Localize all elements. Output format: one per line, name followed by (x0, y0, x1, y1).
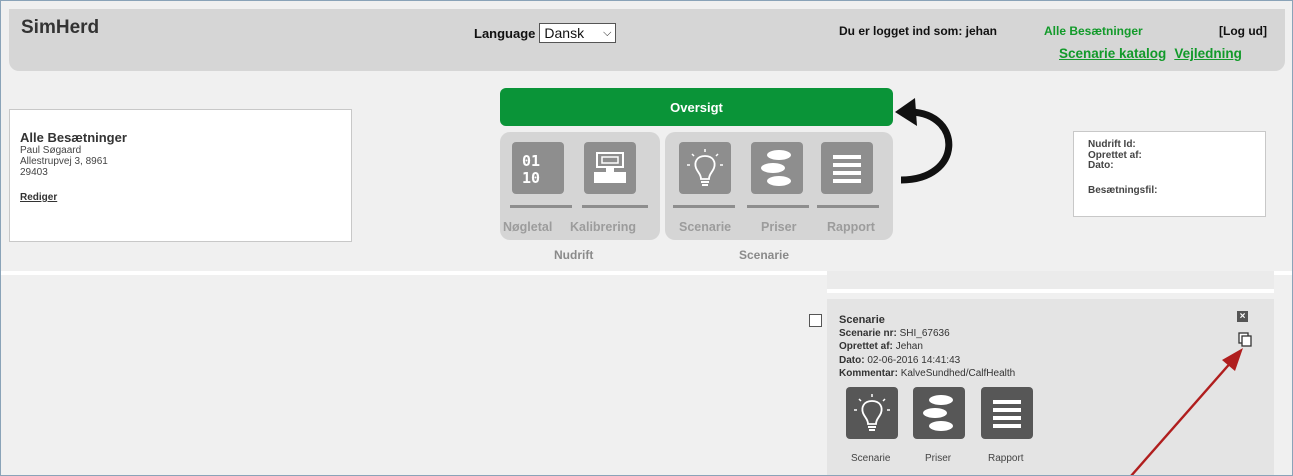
report-tile[interactable] (821, 142, 873, 194)
nudrift-details-box: Nudrift Id: Oprettet af: Dato: Besætning… (1073, 131, 1266, 217)
lightbulb-icon (687, 149, 723, 186)
report-bar (817, 205, 879, 208)
copy-scenario-icon[interactable] (1238, 332, 1252, 347)
header-links: Scenarie katalog Vejledning (1059, 46, 1242, 61)
key-figures-bar (510, 205, 572, 208)
app-logo[interactable]: SimHerd (21, 17, 99, 39)
scenario-comment: Kommentar: KalveSundhed/CalfHealth (839, 368, 1015, 379)
chevron-down-icon: ⌵ (603, 26, 612, 39)
scenario-number-value: SHI_67636 (899, 328, 950, 339)
scenario-label: Scenarie (679, 220, 732, 234)
scenario-number: Scenarie nr: SHI_67636 (839, 328, 950, 339)
prices-bar (747, 205, 809, 208)
overview-button[interactable]: Oversigt (500, 88, 893, 126)
key-figures-tile[interactable]: 01 10 (512, 142, 564, 194)
herd-file-label: Besætningsfil: (1088, 184, 1158, 196)
edit-link[interactable]: Rediger (20, 192, 341, 203)
card-report-label: Rapport (988, 453, 1024, 464)
all-herds-link[interactable]: Alle Besætninger (1044, 24, 1143, 38)
lightbulb-icon (854, 394, 890, 431)
scenario-catalog-link[interactable]: Scenarie katalog (1059, 46, 1166, 61)
key-figures-label: Nøgletal (503, 220, 553, 234)
calibration-tile[interactable] (584, 142, 636, 194)
scenario-card-title: Scenarie (839, 314, 885, 326)
scenario-created-label: Oprettet af: (839, 341, 893, 352)
date-label: Dato: (1088, 160, 1114, 171)
herd-number: 29403 (20, 167, 48, 178)
scenario-card-previous (827, 271, 1274, 293)
svg-text:01: 01 (522, 152, 540, 170)
herd-owner: Paul Søgaard (20, 145, 82, 156)
herd-info-title: Alle Besætninger (20, 130, 127, 145)
card-report-tile[interactable] (981, 387, 1033, 439)
logout-link[interactable]: [Log ud] (1219, 24, 1267, 38)
coins-icon (761, 150, 791, 186)
scenario-created-by: Oprettet af: Jehan (839, 341, 923, 352)
delete-scenario-icon[interactable]: × (1237, 311, 1248, 322)
card-scenario-tile[interactable] (846, 387, 898, 439)
language-label: Language (474, 25, 536, 41)
scenario-group-label: Scenarie (739, 248, 790, 262)
svg-text:10: 10 (522, 169, 540, 186)
annotation-arrow-icon (1130, 348, 1243, 475)
report-icon (993, 400, 1021, 428)
report-label: Rapport (827, 220, 875, 234)
scenario-group: Scenarie Priser Rapport (665, 132, 893, 240)
card-prices-label: Priser (925, 453, 952, 464)
nudrift-group: 01 10 Nøgletal Kalibrering (500, 132, 660, 240)
nudrift-id-label: Nudrift Id: (1088, 139, 1136, 150)
prices-tile[interactable] (751, 142, 803, 194)
scenario-tile[interactable] (679, 142, 731, 194)
card-scenario-label: Scenarie (851, 453, 891, 464)
header-bar: SimHerd Language Dansk ⌵ Du er logget in… (9, 9, 1285, 71)
language-dropdown[interactable]: Dansk ⌵ (539, 23, 617, 43)
guide-link[interactable]: Vejledning (1174, 46, 1242, 61)
scenario-select-checkbox[interactable] (809, 314, 822, 327)
scenario-number-label: Scenarie nr: (839, 328, 897, 339)
return-arrow-icon (895, 98, 953, 184)
calibration-label: Kalibrering (570, 220, 636, 234)
scenario-bar (673, 205, 735, 208)
card-prices-tile[interactable] (913, 387, 965, 439)
scenario-date-value: 02-06-2016 14:41:43 (867, 355, 961, 366)
language-selector: Language Dansk ⌵ (474, 23, 617, 43)
herd-info-box: Alle Besætninger Paul Søgaard Allestrupv… (9, 109, 352, 242)
scenario-comment-value: KalveSundhed/CalfHealth (900, 368, 1016, 379)
scenario-date-label: Dato: (839, 355, 865, 366)
report-icon (833, 155, 861, 183)
page-frame: SimHerd Language Dansk ⌵ Du er logget in… (0, 0, 1293, 476)
logged-in-status: Du er logget ind som: jehan (839, 24, 998, 38)
scenario-date: Dato: 02-06-2016 14:41:43 (839, 355, 960, 366)
nudrift-group-label: Nudrift (554, 248, 594, 262)
scenario-created-value: Jehan (895, 341, 923, 352)
binary-icon: 01 10 (522, 152, 540, 186)
language-value: Dansk (544, 25, 585, 41)
calibration-bar (582, 205, 648, 208)
prices-label: Priser (761, 220, 797, 234)
calibration-icon (594, 152, 626, 183)
coins-icon (923, 395, 953, 431)
herd-address: Allestrupvej 3, 8961 (20, 156, 108, 167)
scenario-comment-label: Kommentar: (839, 368, 898, 379)
